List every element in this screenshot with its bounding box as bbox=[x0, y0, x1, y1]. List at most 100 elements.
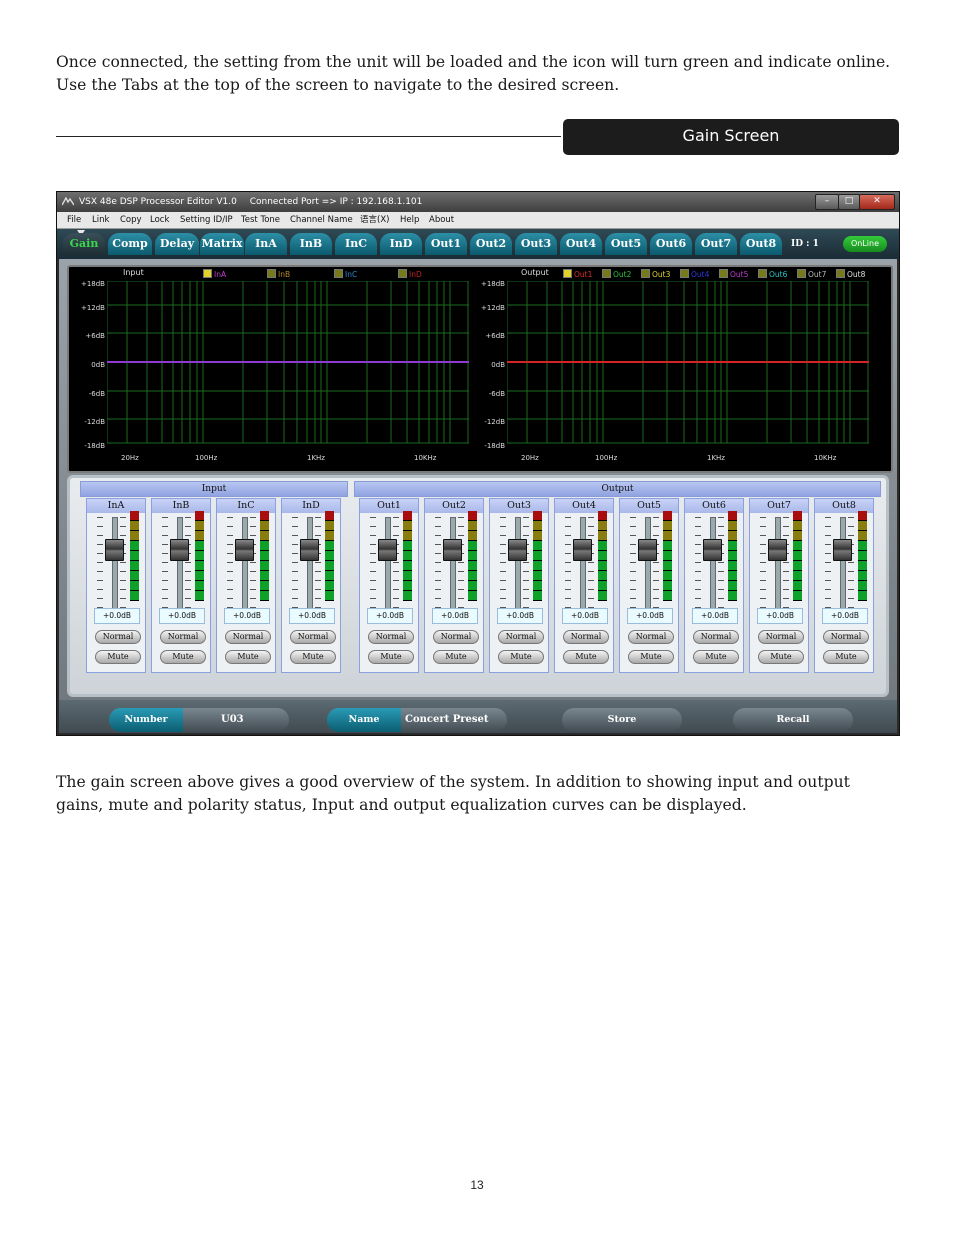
maximize-button[interactable]: □ bbox=[838, 194, 860, 210]
fader-track[interactable] bbox=[242, 517, 248, 613]
legend-out5[interactable]: Out5 bbox=[719, 269, 748, 279]
legend-out3[interactable]: Out3 bbox=[641, 269, 670, 279]
fader-track[interactable] bbox=[775, 517, 781, 613]
menu-link[interactable]: Link bbox=[92, 212, 109, 228]
tab-ina[interactable]: InA bbox=[245, 233, 287, 255]
mute-button[interactable]: Mute bbox=[498, 650, 544, 664]
mute-button[interactable]: Mute bbox=[628, 650, 674, 664]
mute-button[interactable]: Mute bbox=[758, 650, 804, 664]
menu-test-tone[interactable]: Test Tone bbox=[241, 212, 280, 228]
gain-value[interactable]: +0.0dB bbox=[289, 608, 335, 624]
gain-value[interactable]: +0.0dB bbox=[822, 608, 868, 624]
menu-lock[interactable]: Lock bbox=[150, 212, 169, 228]
fader-knob[interactable] bbox=[638, 539, 657, 561]
fader-track[interactable] bbox=[710, 517, 716, 613]
fader-track[interactable] bbox=[177, 517, 183, 613]
gain-value[interactable]: +0.0dB bbox=[367, 608, 413, 624]
fader-knob[interactable] bbox=[105, 539, 124, 561]
legend-inc[interactable]: InC bbox=[334, 269, 357, 279]
polarity-button[interactable]: Normal bbox=[368, 630, 414, 644]
output-eq-plot[interactable] bbox=[507, 281, 869, 453]
mute-button[interactable]: Mute bbox=[433, 650, 479, 664]
menu-channel-name[interactable]: Channel Name bbox=[290, 212, 353, 228]
polarity-button[interactable]: Normal bbox=[498, 630, 544, 644]
fader-track[interactable] bbox=[645, 517, 651, 613]
polarity-button[interactable]: Normal bbox=[160, 630, 206, 644]
mute-button[interactable]: Mute bbox=[368, 650, 414, 664]
polarity-button[interactable]: Normal bbox=[95, 630, 141, 644]
menu-language[interactable]: 语言(X) bbox=[360, 212, 389, 228]
tab-out8[interactable]: Out8 bbox=[740, 233, 782, 255]
tab-inb[interactable]: InB bbox=[290, 233, 332, 255]
fader-track[interactable] bbox=[385, 517, 391, 613]
tab-gain[interactable]: Gain bbox=[63, 233, 105, 255]
tab-out1[interactable]: Out1 bbox=[425, 233, 467, 255]
polarity-button[interactable]: Normal bbox=[758, 630, 804, 644]
legend-out7[interactable]: Out7 bbox=[797, 269, 826, 279]
menu-about[interactable]: About bbox=[429, 212, 454, 228]
polarity-button[interactable]: Normal bbox=[290, 630, 336, 644]
fader-track[interactable] bbox=[450, 517, 456, 613]
legend-out2[interactable]: Out2 bbox=[602, 269, 631, 279]
gain-value[interactable]: +0.0dB bbox=[562, 608, 608, 624]
mute-button[interactable]: Mute bbox=[693, 650, 739, 664]
tab-comp[interactable]: Comp bbox=[108, 233, 152, 255]
tab-out3[interactable]: Out3 bbox=[515, 233, 557, 255]
fader-track[interactable] bbox=[515, 517, 521, 613]
input-eq-plot[interactable] bbox=[107, 281, 469, 453]
legend-out8[interactable]: Out8 bbox=[836, 269, 865, 279]
gain-value[interactable]: +0.0dB bbox=[432, 608, 478, 624]
fader-knob[interactable] bbox=[508, 539, 527, 561]
mute-button[interactable]: Mute bbox=[823, 650, 869, 664]
menu-setting-id-ip[interactable]: Setting ID/IP bbox=[180, 212, 233, 228]
gain-value[interactable]: +0.0dB bbox=[224, 608, 270, 624]
menu-copy[interactable]: Copy bbox=[120, 212, 142, 228]
gain-value[interactable]: +0.0dB bbox=[627, 608, 673, 624]
preset-number-field[interactable]: Number U03 bbox=[109, 708, 289, 732]
tab-out4[interactable]: Out4 bbox=[560, 233, 602, 255]
tab-inc[interactable]: InC bbox=[335, 233, 377, 255]
polarity-button[interactable]: Normal bbox=[693, 630, 739, 644]
fader-knob[interactable] bbox=[443, 539, 462, 561]
polarity-button[interactable]: Normal bbox=[628, 630, 674, 644]
polarity-button[interactable]: Normal bbox=[563, 630, 609, 644]
store-button[interactable]: Store bbox=[562, 708, 682, 732]
legend-out1[interactable]: Out1 bbox=[563, 269, 592, 279]
tab-delay[interactable]: Delay bbox=[155, 233, 199, 255]
fader-knob[interactable] bbox=[573, 539, 592, 561]
tab-out6[interactable]: Out6 bbox=[650, 233, 692, 255]
fader-knob[interactable] bbox=[235, 539, 254, 561]
tab-matrix[interactable]: Matrix bbox=[200, 233, 244, 255]
mute-button[interactable]: Mute bbox=[290, 650, 336, 664]
fader-knob[interactable] bbox=[300, 539, 319, 561]
fader-track[interactable] bbox=[112, 517, 118, 613]
fader-track[interactable] bbox=[307, 517, 313, 613]
fader-knob[interactable] bbox=[768, 539, 787, 561]
preset-name-field[interactable]: Name Concert Preset bbox=[327, 708, 507, 732]
mute-button[interactable]: Mute bbox=[563, 650, 609, 664]
fader-knob[interactable] bbox=[378, 539, 397, 561]
gain-value[interactable]: +0.0dB bbox=[159, 608, 205, 624]
tab-out2[interactable]: Out2 bbox=[470, 233, 512, 255]
fader-knob[interactable] bbox=[170, 539, 189, 561]
gain-value[interactable]: +0.0dB bbox=[94, 608, 140, 624]
mute-button[interactable]: Mute bbox=[225, 650, 271, 664]
close-button[interactable]: ✕ bbox=[859, 194, 895, 210]
tab-out5[interactable]: Out5 bbox=[605, 233, 647, 255]
fader-knob[interactable] bbox=[833, 539, 852, 561]
gain-value[interactable]: +0.0dB bbox=[497, 608, 543, 624]
minimize-button[interactable]: – bbox=[815, 194, 839, 210]
polarity-button[interactable]: Normal bbox=[433, 630, 479, 644]
gain-value[interactable]: +0.0dB bbox=[757, 608, 803, 624]
legend-inb[interactable]: InB bbox=[267, 269, 290, 279]
mute-button[interactable]: Mute bbox=[160, 650, 206, 664]
recall-button[interactable]: Recall bbox=[733, 708, 853, 732]
fader-knob[interactable] bbox=[703, 539, 722, 561]
menu-help[interactable]: Help bbox=[400, 212, 419, 228]
tab-out7[interactable]: Out7 bbox=[695, 233, 737, 255]
tab-ind[interactable]: InD bbox=[380, 233, 422, 255]
mute-button[interactable]: Mute bbox=[95, 650, 141, 664]
legend-out4[interactable]: Out4 bbox=[680, 269, 709, 279]
fader-track[interactable] bbox=[840, 517, 846, 613]
gain-value[interactable]: +0.0dB bbox=[692, 608, 738, 624]
